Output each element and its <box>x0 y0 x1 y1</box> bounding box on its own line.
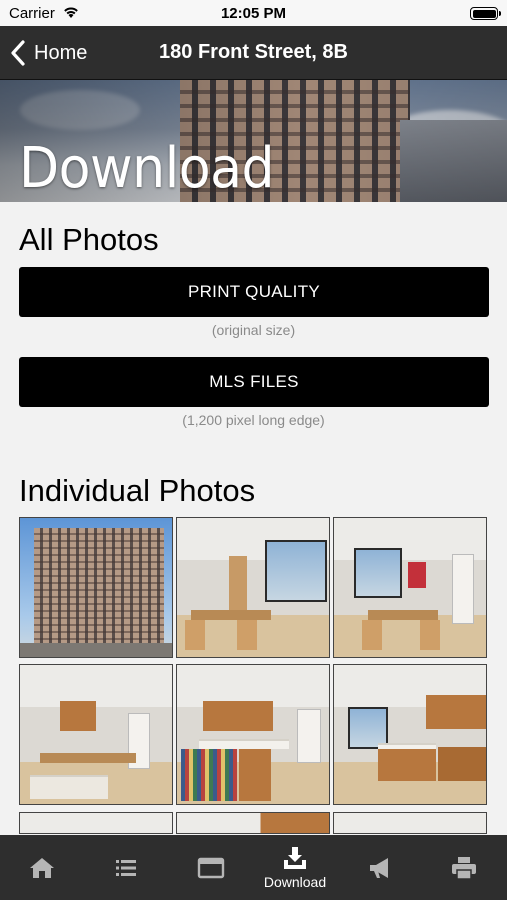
tab-home[interactable] <box>0 835 84 900</box>
photo-thumbnail-kitchen-dining[interactable] <box>19 664 173 805</box>
home-icon <box>30 857 54 878</box>
list-icon <box>116 859 136 876</box>
printer-icon <box>452 856 476 880</box>
browser-window-icon <box>197 857 225 878</box>
status-bar: Carrier 12:05 PM <box>0 0 507 26</box>
tab-download[interactable]: Download <box>253 835 337 900</box>
tab-download-label: Download <box>263 873 327 890</box>
download-icon <box>284 846 306 869</box>
tab-announce[interactable] <box>338 835 422 900</box>
photo-thumbnail-dining[interactable] <box>176 517 330 658</box>
mls-files-caption: (1,200 pixel long edge) <box>182 412 325 428</box>
megaphone-icon <box>370 857 388 878</box>
back-button[interactable]: Home <box>10 38 87 68</box>
print-quality-caption: (original size) <box>211 322 296 338</box>
tab-bar: Download <box>0 835 507 900</box>
mls-files-button[interactable]: MLS FILES <box>19 357 489 407</box>
hero-banner: Download <box>0 80 507 202</box>
navigation-bar: Home 180 Front Street, 8B <box>0 26 507 80</box>
photo-thumbnail-living[interactable] <box>333 517 487 658</box>
tab-print[interactable] <box>422 835 506 900</box>
tab-browser[interactable] <box>169 835 253 900</box>
photo-thumbnail-kitchen[interactable] <box>176 664 330 805</box>
tab-list[interactable] <box>84 835 168 900</box>
photo-thumbnail-7[interactable] <box>19 812 173 834</box>
photo-thumbnail-kitchen-island[interactable] <box>333 664 487 805</box>
page-title: 180 Front Street, 8B <box>159 41 348 63</box>
photo-thumbnail-8[interactable] <box>176 812 330 834</box>
individual-photos-heading: Individual Photos <box>19 473 256 508</box>
clock: 12:05 PM <box>220 5 287 22</box>
hero-title: Download <box>19 136 275 201</box>
photo-thumbnail-9[interactable] <box>333 812 487 834</box>
chevron-left-icon <box>11 40 25 66</box>
back-button-label: Home <box>34 41 88 64</box>
all-photos-heading: All Photos <box>19 222 159 257</box>
photo-thumbnail-exterior[interactable] <box>19 517 173 658</box>
battery-icon <box>470 7 501 20</box>
print-quality-button[interactable]: PRINT QUALITY <box>19 267 489 317</box>
